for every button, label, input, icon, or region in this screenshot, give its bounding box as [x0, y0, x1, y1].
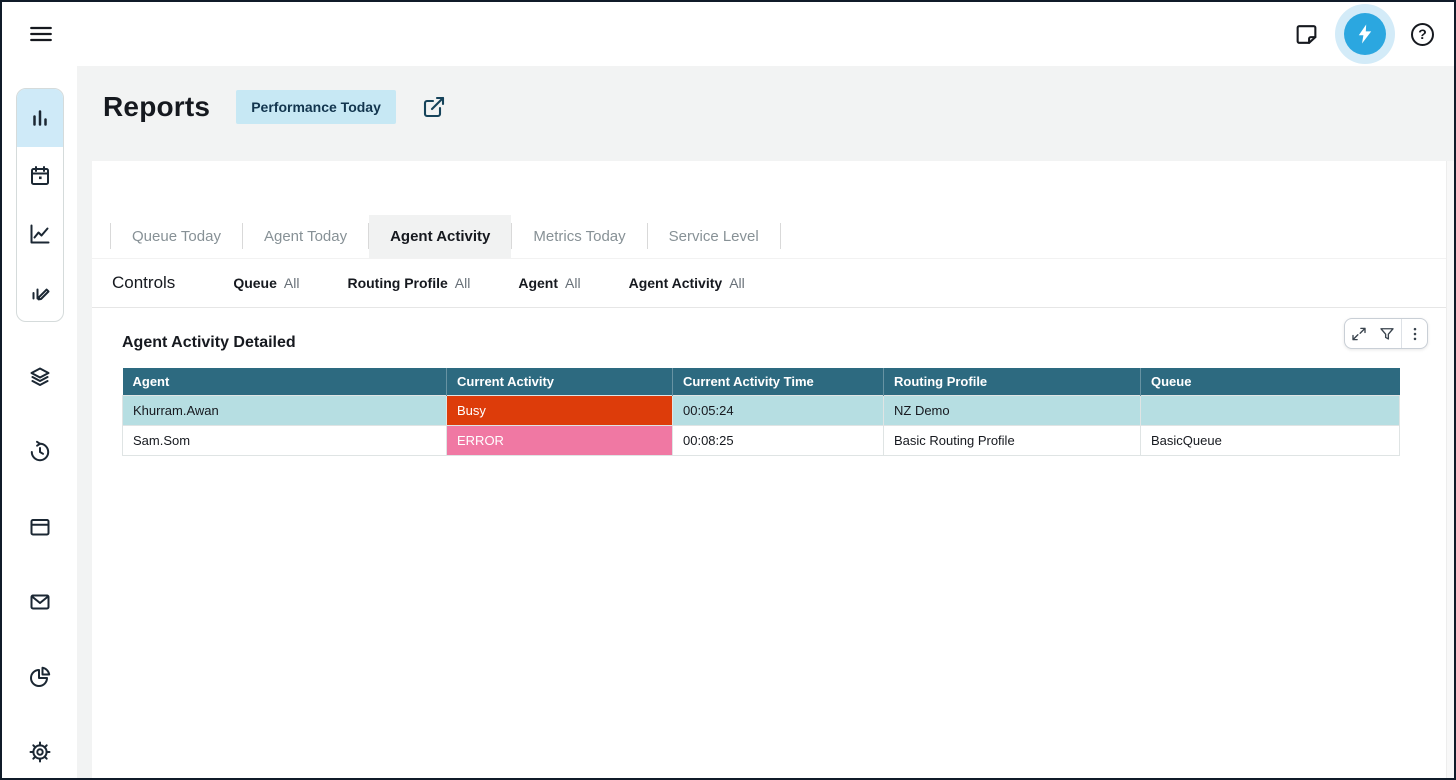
help-button[interactable]: ?	[1411, 23, 1434, 46]
external-link-icon	[422, 95, 446, 119]
notepad-button[interactable]	[1294, 22, 1319, 47]
main-area: Reports Performance Today Queue TodayAge…	[77, 66, 1454, 778]
table-row[interactable]: Khurram.AwanBusy00:05:24NZ Demo	[123, 396, 1400, 426]
sidebar-item-edit-report[interactable]	[17, 263, 63, 321]
sidebar	[2, 66, 77, 778]
cell-current-activity: Busy	[447, 396, 673, 426]
card-title: Agent Activity Detailed	[122, 334, 1426, 352]
hamburger-icon	[28, 21, 54, 47]
sidebar-item-line-chart[interactable]	[17, 205, 63, 263]
filter-value: All	[284, 275, 300, 291]
sidebar-item-calendar[interactable]	[17, 147, 63, 205]
question-mark-icon: ?	[1411, 23, 1434, 46]
sidebar-item-layers[interactable]	[16, 353, 64, 401]
scrollbar-track[interactable]	[1446, 161, 1454, 778]
controls-bar: Controls QueueAllRouting ProfileAllAgent…	[92, 258, 1454, 308]
bar-chart-icon	[28, 106, 52, 130]
cell-agent: Khurram.Awan	[123, 396, 447, 426]
expand-button[interactable]	[1345, 319, 1373, 348]
agent-activity-table: AgentCurrent ActivityCurrent Activity Ti…	[122, 368, 1400, 456]
tab-metrics-today[interactable]: Metrics Today	[512, 215, 646, 258]
line-chart-icon	[28, 222, 52, 246]
cell-current-activity-time: 00:08:25	[673, 426, 884, 456]
tab-separator	[780, 223, 781, 249]
flash-button-circle	[1344, 13, 1386, 55]
filter-routing-profile[interactable]: Routing Profile All	[347, 275, 470, 291]
report-type-icon-group	[16, 88, 64, 322]
lightning-bolt-icon	[1353, 22, 1377, 46]
settings-gear-icon	[28, 740, 52, 764]
filter-agent[interactable]: Agent All	[518, 275, 580, 291]
sidebar-item-browser-card[interactable]	[16, 503, 64, 551]
controls-title: Controls	[112, 273, 175, 293]
tab-agent-today[interactable]: Agent Today	[243, 215, 368, 258]
table-row[interactable]: Sam.SomERROR00:08:25Basic Routing Profil…	[123, 426, 1400, 456]
calendar-icon	[28, 164, 52, 188]
hamburger-menu-button[interactable]	[28, 21, 54, 47]
cell-agent: Sam.Som	[123, 426, 447, 456]
tab-queue-today[interactable]: Queue Today	[111, 215, 242, 258]
column-header-agent: Agent	[123, 368, 447, 396]
browser-card-icon	[28, 515, 52, 539]
funnel-icon	[1378, 325, 1396, 343]
filter-agent-activity[interactable]: Agent Activity All	[629, 275, 745, 291]
filter-label: Agent Activity	[629, 275, 723, 291]
tab-agent-activity[interactable]: Agent Activity	[369, 215, 511, 258]
expand-icon	[1350, 325, 1368, 343]
open-external-button[interactable]	[422, 95, 446, 119]
envelope-icon	[28, 590, 52, 614]
filter-value: All	[455, 275, 471, 291]
sidebar-item-settings[interactable]	[16, 728, 64, 776]
cell-routing-profile: NZ Demo	[884, 396, 1141, 426]
column-header-routing-profile: Routing Profile	[884, 368, 1141, 396]
tab-service-level[interactable]: Service Level	[648, 215, 780, 258]
performance-today-badge[interactable]: Performance Today	[236, 90, 396, 124]
filter-label: Agent	[518, 275, 558, 291]
more-options-button[interactable]	[1401, 319, 1427, 348]
sidebar-item-pie-chart[interactable]	[16, 653, 64, 701]
table-header: AgentCurrent ActivityCurrent Activity Ti…	[123, 368, 1400, 396]
sidebar-item-email[interactable]	[16, 578, 64, 626]
filter-queue[interactable]: Queue All	[233, 275, 299, 291]
app-window: { "header": { "title": "Reports", "badge…	[0, 0, 1456, 780]
filter-button[interactable]	[1373, 319, 1401, 348]
cell-queue: BasicQueue	[1141, 426, 1400, 456]
table-body: Khurram.AwanBusy00:05:24NZ DemoSam.SomER…	[123, 396, 1400, 456]
tabs: Queue TodayAgent TodayAgent ActivityMetr…	[92, 161, 1454, 258]
table-header-row: AgentCurrent ActivityCurrent Activity Ti…	[123, 368, 1400, 396]
column-header-queue: Queue	[1141, 368, 1400, 396]
cell-queue	[1141, 396, 1400, 426]
cell-routing-profile: Basic Routing Profile	[884, 426, 1141, 456]
content-sheet: Queue TodayAgent TodayAgent ActivityMetr…	[92, 161, 1454, 778]
edit-report-icon	[28, 280, 52, 304]
column-header-current-activity: Current Activity	[447, 368, 673, 396]
pie-chart-icon	[28, 665, 52, 689]
filter-value: All	[565, 275, 581, 291]
filter-value: All	[729, 275, 745, 291]
cell-current-activity-time: 00:05:24	[673, 396, 884, 426]
controls-filters: QueueAllRouting ProfileAllAgentAllAgent …	[233, 275, 792, 291]
flash-button[interactable]	[1335, 4, 1395, 64]
sidebar-item-history[interactable]	[16, 428, 64, 476]
notepad-icon	[1294, 22, 1319, 47]
topbar: ?	[2, 2, 1454, 66]
sidebar-item-bar-chart[interactable]	[17, 89, 63, 147]
flash-button-halo	[1335, 4, 1395, 64]
page-header: Reports Performance Today	[103, 90, 446, 124]
layers-icon	[28, 365, 52, 389]
kebab-menu-icon	[1406, 325, 1424, 343]
topbar-actions: ?	[1294, 4, 1434, 64]
card-toolbar	[1344, 318, 1428, 349]
page-title: Reports	[103, 91, 210, 123]
filter-label: Queue	[233, 275, 277, 291]
cell-current-activity: ERROR	[447, 426, 673, 456]
filter-label: Routing Profile	[347, 275, 447, 291]
report-card: Agent Activity Detailed	[92, 308, 1454, 456]
column-header-current-activity-time: Current Activity Time	[673, 368, 884, 396]
history-icon	[28, 440, 52, 464]
